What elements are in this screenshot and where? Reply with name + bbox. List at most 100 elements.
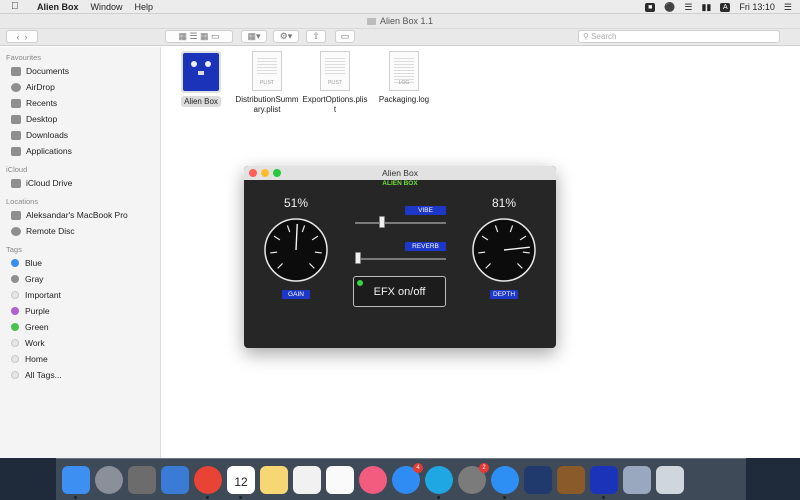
sidebar-item[interactable]: AirDrop bbox=[0, 79, 160, 95]
sidebar-item[interactable]: Remote Disc bbox=[0, 223, 160, 239]
gain-value: 51% bbox=[283, 196, 309, 210]
file-type-tag: LOG bbox=[398, 80, 410, 86]
input-source-icon[interactable]: A bbox=[720, 2, 731, 12]
instruments-icon[interactable] bbox=[524, 465, 552, 494]
file-item-distributionsummary[interactable]: PLIST DistributionSummary.plist bbox=[228, 51, 306, 115]
gear-icon[interactable]: ⚙▾ bbox=[273, 30, 299, 43]
file-name: DistributionSummary.plist bbox=[235, 95, 299, 114]
tag-icon[interactable]: ▭ bbox=[335, 30, 355, 43]
sidebar-item[interactable]: Documents bbox=[0, 63, 160, 79]
sidebar-item[interactable]: Aleksandar's MacBook Pro bbox=[0, 207, 160, 223]
knob-tick bbox=[522, 251, 530, 254]
share-icon[interactable]: ⇧ bbox=[306, 30, 326, 43]
itunes-icon[interactable] bbox=[359, 465, 387, 494]
knob-tick bbox=[478, 251, 486, 254]
apple-menu-icon[interactable]:  bbox=[11, 1, 23, 12]
reverb-slider-thumb[interactable] bbox=[355, 252, 361, 264]
knob-tick bbox=[270, 251, 278, 254]
sidebar-item-label: Applications bbox=[26, 146, 72, 156]
notes-icon[interactable] bbox=[260, 465, 288, 494]
sidebar-header-tags: Tags bbox=[6, 244, 22, 254]
file-item-exportoptions[interactable]: PLIST ExportOptions.plist bbox=[296, 51, 374, 115]
back-forward-button[interactable]: ‹ › bbox=[6, 30, 38, 43]
file-item-packaging-log[interactable]: LOG Packaging.log bbox=[365, 51, 443, 105]
calculator-icon[interactable] bbox=[128, 465, 156, 494]
shield-icon[interactable]: ⚫ bbox=[664, 2, 675, 13]
downloads-icon bbox=[11, 130, 21, 140]
sidebar-item[interactable]: iCloud Drive bbox=[0, 175, 160, 191]
alien-box-window: Alien Box ALIEN BOX 51% GAIN 81% DEPTH V… bbox=[244, 166, 556, 348]
search-input[interactable]: ⚲ Search bbox=[578, 30, 780, 43]
menu-help[interactable]: Help bbox=[135, 2, 154, 12]
reverb-label: REVERB bbox=[405, 242, 446, 251]
vibe-slider-track[interactable] bbox=[355, 222, 446, 224]
downloads-stack-icon[interactable] bbox=[623, 465, 651, 494]
battery-icon[interactable]: ▮▮ bbox=[701, 2, 711, 13]
efx-toggle-button[interactable]: EFX on/off bbox=[353, 276, 446, 307]
sidebar-tag-item[interactable]: All Tags... bbox=[0, 367, 160, 383]
sidebar-tag-item[interactable]: Work bbox=[0, 335, 160, 351]
view-switcher[interactable]: ▦ ☰ ▦ ▭ bbox=[165, 30, 233, 43]
guitar-icon[interactable] bbox=[557, 465, 585, 494]
sidebar-item-label: Aleksandar's MacBook Pro bbox=[26, 210, 128, 220]
sidebar-tag-item[interactable]: Home bbox=[0, 351, 160, 367]
running-indicator bbox=[602, 495, 605, 499]
sidebar-tag-item[interactable]: Green bbox=[0, 319, 160, 335]
alien-box-titlebar[interactable]: Alien Box bbox=[244, 166, 556, 180]
gain-knob[interactable] bbox=[262, 216, 330, 284]
tag-color-dot bbox=[11, 259, 19, 267]
menu-window[interactable]: Window bbox=[91, 2, 123, 12]
sidebar-item[interactable]: Downloads bbox=[0, 127, 160, 143]
safari-icon[interactable] bbox=[491, 465, 519, 499]
app-store-icon[interactable]: 4 bbox=[392, 462, 423, 494]
xcode-instruments-icon[interactable] bbox=[161, 465, 189, 494]
reverb-slider-track[interactable] bbox=[355, 258, 446, 260]
menu-bar:  Alien Box Window Help ■ ⚫ ☰ ▮▮ A Fri 1… bbox=[0, 0, 800, 14]
tag-color-dot bbox=[11, 355, 19, 363]
wifi-icon[interactable]: ☰ bbox=[684, 2, 692, 13]
finder-icon[interactable] bbox=[62, 465, 90, 499]
running-indicator bbox=[74, 495, 77, 499]
status-app-icon[interactable]: ■ bbox=[645, 2, 656, 12]
sidebar-header-favourites: Favourites bbox=[6, 52, 42, 62]
sidebar-item[interactable]: Desktop bbox=[0, 111, 160, 127]
sidebar-tag-item[interactable]: Purple bbox=[0, 303, 160, 319]
clock[interactable]: Fri 13:10 bbox=[739, 2, 775, 12]
group-button[interactable]: ▦▾ bbox=[241, 30, 267, 43]
finder-title: Alien Box 1.1 bbox=[379, 16, 434, 26]
skype-icon[interactable] bbox=[425, 465, 453, 499]
zoom-icon[interactable] bbox=[273, 169, 281, 177]
tag-color-dot bbox=[11, 307, 19, 315]
calendar-day: 12 bbox=[234, 474, 248, 489]
depth-value: 81% bbox=[491, 196, 517, 210]
minimize-icon[interactable] bbox=[261, 169, 269, 177]
menu-app-name[interactable]: Alien Box bbox=[37, 2, 79, 12]
textedit-icon[interactable] bbox=[293, 465, 321, 494]
reminders-icon[interactable] bbox=[326, 465, 354, 494]
list-icon[interactable]: ☰ bbox=[784, 2, 792, 13]
dock: 12 4 2 bbox=[56, 458, 746, 500]
running-indicator bbox=[503, 495, 506, 499]
sidebar-tag-item[interactable]: Important bbox=[0, 287, 160, 303]
brand-label: ALIEN BOX bbox=[382, 180, 418, 187]
sidebar-tag-item[interactable]: Gray bbox=[0, 271, 160, 287]
launchpad-icon[interactable] bbox=[95, 465, 123, 494]
sidebar-item[interactable]: Recents bbox=[0, 95, 160, 111]
file-name: Packaging.log bbox=[378, 95, 430, 104]
alien-box-icon[interactable] bbox=[590, 465, 618, 499]
close-icon[interactable] bbox=[249, 169, 257, 177]
sidebar-tag-item[interactable]: Blue bbox=[0, 255, 160, 271]
sidebar-item-label: Downloads bbox=[26, 130, 69, 140]
efx-label: EFX on/off bbox=[373, 285, 426, 298]
documents-icon bbox=[11, 66, 21, 76]
sidebar-item[interactable]: Applications bbox=[0, 143, 160, 159]
chrome-icon[interactable] bbox=[194, 465, 222, 499]
calendar-icon[interactable]: 12 bbox=[227, 465, 255, 499]
folder-icon bbox=[366, 17, 376, 25]
tag-color-dot bbox=[11, 291, 19, 299]
status-area: ■ ⚫ ☰ ▮▮ A Fri 13:10 ☰ bbox=[645, 0, 792, 14]
depth-knob[interactable] bbox=[470, 216, 538, 284]
system-preferences-icon[interactable]: 2 bbox=[458, 462, 489, 494]
trash-icon[interactable] bbox=[656, 465, 684, 494]
vibe-slider-thumb[interactable] bbox=[379, 216, 386, 228]
